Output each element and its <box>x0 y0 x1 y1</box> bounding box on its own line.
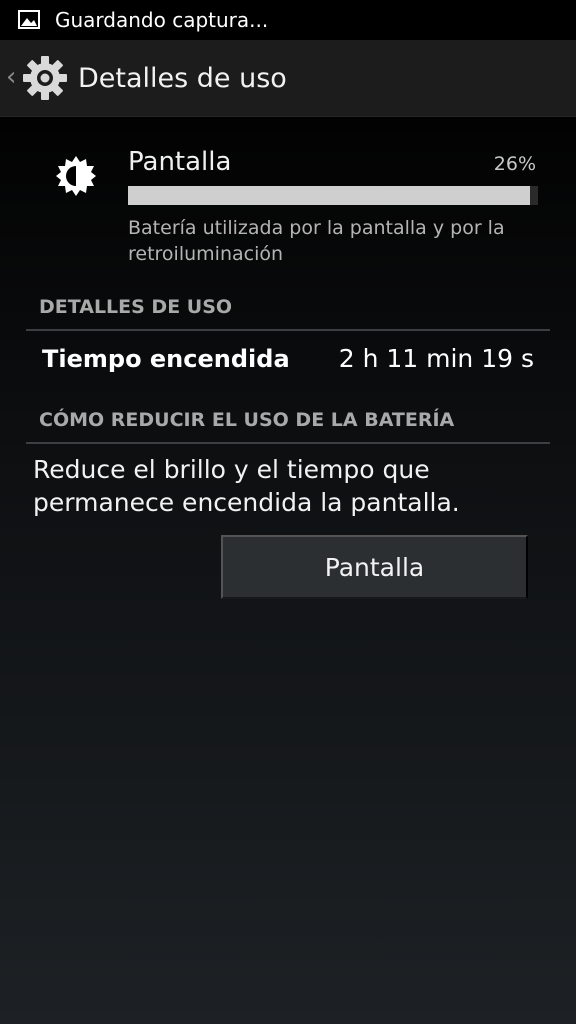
chevron-left-icon[interactable]: ‹ <box>6 62 16 92</box>
reduce-section-label: CÓMO REDUCIR EL USO DE LA BATERÍA <box>39 409 455 431</box>
usage-progress-bar <box>128 186 538 205</box>
usage-time-value: 2 h 11 min 19 s <box>338 344 534 373</box>
brightness-icon <box>56 156 96 196</box>
usage-time-label: Tiempo encendida <box>42 345 290 373</box>
usage-progress-fill <box>128 186 530 205</box>
gear-icon[interactable] <box>20 53 70 103</box>
screen-settings-button[interactable]: Pantalla <box>221 535 528 599</box>
action-bar: ‹ Detalles de uso <box>0 40 576 117</box>
tip-text: Reduce el brillo y el tiempo que permane… <box>33 455 460 517</box>
usage-details-content: Pantalla 26% Batería utilizada por la pa… <box>0 117 576 1024</box>
usage-item-summary: Batería utilizada por la pantalla y por … <box>128 217 505 265</box>
usage-item-title: Pantalla <box>128 147 232 177</box>
status-bar: Guardando captura... <box>0 0 576 40</box>
status-notification-text: Guardando captura... <box>55 8 269 32</box>
image-icon <box>18 10 40 29</box>
usage-percent: 26% <box>493 153 536 175</box>
page-title: Detalles de uso <box>78 63 287 94</box>
details-section-label: DETALLES DE USO <box>39 296 233 318</box>
details-section-header: DETALLES DE USO <box>26 291 550 331</box>
reduce-section-header: CÓMO REDUCIR EL USO DE LA BATERÍA <box>26 404 550 444</box>
